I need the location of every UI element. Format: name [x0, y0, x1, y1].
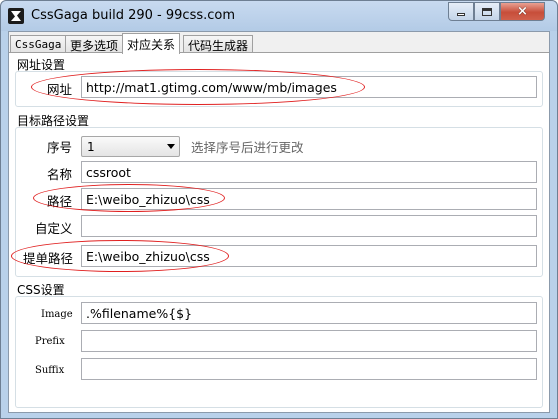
app-window: CssGaga build 290 - 99css.com × CssGaga …: [0, 0, 558, 419]
suffix-label: Suffix: [35, 365, 65, 376]
maximize-button[interactable]: [474, 2, 500, 21]
index-label: 序号: [47, 140, 73, 155]
maximize-icon: [482, 7, 492, 16]
tab-code-generator[interactable]: 代码生成器: [183, 35, 254, 53]
index-hint: 选择序号后进行更改: [191, 140, 304, 155]
close-icon: ×: [517, 4, 528, 19]
image-label: Image: [41, 309, 73, 320]
url-label: 网址: [47, 82, 73, 97]
title-bar[interactable]: CssGaga build 290 - 99css.com ×: [1, 1, 557, 31]
prefix-label: Prefix: [35, 336, 65, 347]
url-input[interactable]: http://mat1.gtimg.com/www/mb/images: [81, 76, 537, 98]
name-label: 名称: [47, 167, 73, 182]
tab-cssgaga[interactable]: CssGaga: [10, 35, 67, 53]
minimize-button[interactable]: [448, 2, 474, 21]
image-input[interactable]: .%filename%{$}: [81, 302, 537, 324]
submit-path-input[interactable]: E:\weibo_zhizuo\css: [81, 245, 537, 267]
path-label: 路径: [47, 194, 73, 209]
custom-label: 自定义: [35, 221, 73, 236]
tab-more-options[interactable]: 更多选项: [65, 35, 124, 53]
name-input[interactable]: cssroot: [81, 161, 537, 183]
app-logo-icon: [8, 8, 24, 24]
custom-input[interactable]: [81, 215, 537, 237]
chevron-down-icon: [167, 144, 175, 149]
suffix-input[interactable]: [81, 358, 537, 380]
index-select-value: 1: [87, 140, 95, 154]
prefix-input[interactable]: [81, 330, 537, 352]
close-button[interactable]: ×: [500, 2, 545, 21]
minimize-icon: [457, 13, 465, 16]
window-title: CssGaga build 290 - 99css.com: [31, 8, 236, 23]
tab-mapping[interactable]: 对应关系: [122, 33, 181, 54]
path-input[interactable]: E:\weibo_zhizuo\css: [81, 188, 537, 210]
client-area: CssGaga 更多选项 对应关系 代码生成器 网址设置 网址 http://m…: [8, 31, 550, 413]
submit-path-label: 提单路径: [23, 251, 74, 266]
mapping-panel: 网址设置 网址 http://mat1.gtimg.com/www/mb/ima…: [9, 52, 549, 412]
index-select[interactable]: 1: [81, 136, 180, 157]
